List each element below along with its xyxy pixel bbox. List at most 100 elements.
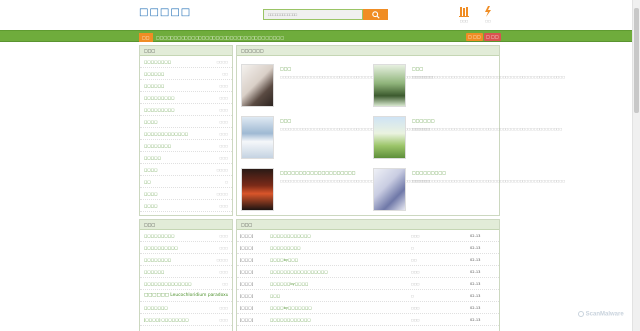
list-item-count: □□□□ xyxy=(216,168,228,172)
row-type[interactable]: [□□□] xyxy=(240,314,253,326)
book-cover[interactable] xyxy=(373,168,406,211)
list-item-title[interactable]: □□□□ xyxy=(144,200,158,211)
list-item[interactable]: □□□□ □□□□ xyxy=(140,164,232,176)
list-item-title[interactable]: □□□□ xyxy=(144,164,158,175)
row-title[interactable]: □□□□□□by□□□□ xyxy=(270,278,308,290)
book-card[interactable]: □□□ □□□□□□□□□□□□□□□□□□□□□□□□□□□□□□□□□□□□… xyxy=(241,116,430,160)
list-item-title[interactable]: □□ xyxy=(144,176,151,187)
list-item-count: □□□ xyxy=(219,270,228,274)
list-item-title[interactable]: □□□□□□□□□ xyxy=(144,230,175,241)
list-item-title[interactable]: □□□□□□□□ xyxy=(144,140,171,151)
row-type[interactable]: [□□□] xyxy=(240,230,253,242)
book-card[interactable]: □□□ □□□□□□□□□□□□□□□□□□□□□□□□□□□□□□□□□□□□… xyxy=(241,64,433,108)
list-item-title[interactable]: □□□□□□□□□□□□□ xyxy=(144,128,188,139)
row-author: □□□ xyxy=(411,282,420,286)
row-type[interactable]: [□□□] xyxy=(240,290,253,302)
book-cover[interactable] xyxy=(241,168,274,211)
row-date: 02-13 xyxy=(470,294,481,298)
book-card[interactable]: □□□□□□□□□ □□□□□□□□□□□□□□□□□□□□□□□□□□□□□□… xyxy=(373,168,565,212)
list-item-title[interactable]: □□□□□□□□□ xyxy=(144,92,175,103)
list-item[interactable]: □□□□ □□□ xyxy=(140,200,232,212)
row-title[interactable]: □□□□by□□□□□□□ xyxy=(270,302,312,314)
list-item[interactable]: □□□□□□ Leucochloridium paradoxum xyxy=(140,290,232,302)
list-item[interactable]: □□ □ xyxy=(140,176,232,188)
list-item[interactable]: □□□□□□□ □□□ xyxy=(140,302,232,314)
login-button[interactable]: □ □□ xyxy=(466,33,483,41)
list-item-title[interactable]: □□□□□□□□ xyxy=(144,56,171,67)
book-card[interactable]: □□□□□□□□□□□□□□□□□□□□ □□□□□□□□□□□□□□□□□□□… xyxy=(241,168,430,212)
list-item[interactable]: □□□□ □□□ xyxy=(140,116,232,128)
list-item-count: □□□ xyxy=(219,156,228,160)
list-item-title[interactable]: □□□□□□ xyxy=(144,266,164,277)
list-item[interactable]: □□□□□□□□□□□□ xyxy=(140,92,232,104)
vertical-scrollbar[interactable] xyxy=(632,0,640,331)
list-item-title[interactable]: □□□□ xyxy=(144,188,158,199)
list-item[interactable]: □□□□□□□□□□□□ xyxy=(140,230,232,242)
list-item[interactable]: □□□□□□□□□□□□ xyxy=(140,254,232,266)
row-title[interactable]: □□□□□□□□□ xyxy=(270,242,301,254)
row-title[interactable]: □□□□□□□□□□□□ xyxy=(270,314,311,326)
row-title[interactable]: □□□□□□□□□□□□ xyxy=(270,230,311,242)
row-type[interactable]: [□□□] xyxy=(240,242,253,254)
table-row: [□□□] □□□ □ 02-13 xyxy=(237,290,499,302)
search-icon xyxy=(371,10,380,19)
book-title[interactable]: □□□□□□□□□ xyxy=(412,170,446,175)
list-item-title[interactable]: □□□□□□ Leucochloridium paradoxum xyxy=(144,290,228,301)
list-item[interactable]: [□□□□] □□□□□□□□ □□□ xyxy=(140,314,232,326)
row-type[interactable]: [□□□] xyxy=(240,302,253,314)
list-item[interactable]: □□□□□□□□□□□□ xyxy=(140,56,232,68)
register-button[interactable]: □ □□ xyxy=(484,33,501,41)
list-item[interactable]: □□□□□□□□□□ □□□ xyxy=(140,242,232,254)
nav-item-home[interactable]: □□ xyxy=(139,33,153,42)
list-item[interactable]: □□□□□□□□ □□□ xyxy=(140,140,232,152)
book-cover[interactable] xyxy=(373,64,406,107)
list-item-title[interactable]: □□□□□□ xyxy=(144,68,164,79)
list-item-title[interactable]: □□□□ xyxy=(144,116,158,127)
list-item[interactable]: □□□□□□□□ xyxy=(140,188,232,200)
list-item[interactable]: □□□□□□□□ xyxy=(140,68,232,80)
list-item-title[interactable]: □□□□□□□□□□ xyxy=(144,242,178,253)
site-logo[interactable]: □□□□□ xyxy=(139,7,191,18)
list-item-title[interactable]: □□□□□□□ xyxy=(144,302,168,313)
book-cover[interactable] xyxy=(373,116,406,159)
list-item-title[interactable]: □□□□□□□□□□□□□□ xyxy=(144,278,192,289)
nav-item[interactable]: □□□□ xyxy=(266,33,287,42)
row-date: 02-13 xyxy=(470,258,481,262)
book-title[interactable]: □□□□□□□□□□□□□□□□□□□□ xyxy=(280,170,356,175)
book-title[interactable]: □□□ xyxy=(280,66,291,71)
book-title[interactable]: □□□ xyxy=(280,118,291,123)
row-title[interactable]: □□□□□□□□□□□□□□□□□ xyxy=(270,266,328,278)
bookshelf-link[interactable]: □□□ xyxy=(454,6,474,23)
book-title[interactable]: □□□ xyxy=(412,66,423,71)
book-title[interactable]: □□□□□□ xyxy=(412,118,435,123)
history-label: □□ xyxy=(485,19,491,23)
list-item-title[interactable]: □□□□□□□□ xyxy=(144,254,171,265)
list-item[interactable]: □□□□□□ □□□ xyxy=(140,80,232,92)
row-title[interactable]: □□□□by□□□ xyxy=(270,254,298,266)
list-item-title[interactable]: □□□□□□□□□ xyxy=(144,104,175,115)
row-type[interactable]: [□□□] xyxy=(240,266,253,278)
list-item-count: □□□□ xyxy=(216,258,228,262)
list-item[interactable]: □□□□□□□□□□□□□□□□ xyxy=(140,278,232,290)
book-card[interactable]: □□□□□□ □□□□□□□□□□□□□□□□□□□□□□□□□□□□□□□□□… xyxy=(373,116,562,160)
scrollbar-thumb[interactable] xyxy=(634,8,639,113)
list-item[interactable]: □□□□□□□□□□□□□□□□ xyxy=(140,128,232,140)
book-cover[interactable] xyxy=(241,64,274,107)
list-item-title[interactable]: [□□□□] □□□□□□□□ xyxy=(144,314,189,325)
search-button[interactable] xyxy=(363,9,388,20)
list-item[interactable]: □□□□□□□□□□□□ xyxy=(140,104,232,116)
list-item[interactable]: □□□□□□ □□□ xyxy=(140,266,232,278)
row-author: □ xyxy=(411,294,414,298)
book-cover[interactable] xyxy=(241,116,274,159)
row-author: □□□ xyxy=(411,306,420,310)
search-input[interactable] xyxy=(263,9,363,20)
list-item[interactable]: □□□□□□□□ xyxy=(140,152,232,164)
list-item-title[interactable]: □□□□□ xyxy=(144,152,161,163)
row-title[interactable]: □□□ xyxy=(270,290,280,302)
history-link[interactable]: □□ xyxy=(478,6,498,23)
row-type[interactable]: [□□□] xyxy=(240,278,253,290)
row-date: 02-13 xyxy=(470,234,481,238)
row-type[interactable]: [□□□] xyxy=(240,254,253,266)
list-item-title[interactable]: □□□□□□ xyxy=(144,80,164,91)
book-card[interactable]: □□□ □□□□□□□□□□□□□□□□□□□□□□□□□□□□□□□□□□□□… xyxy=(373,64,565,108)
